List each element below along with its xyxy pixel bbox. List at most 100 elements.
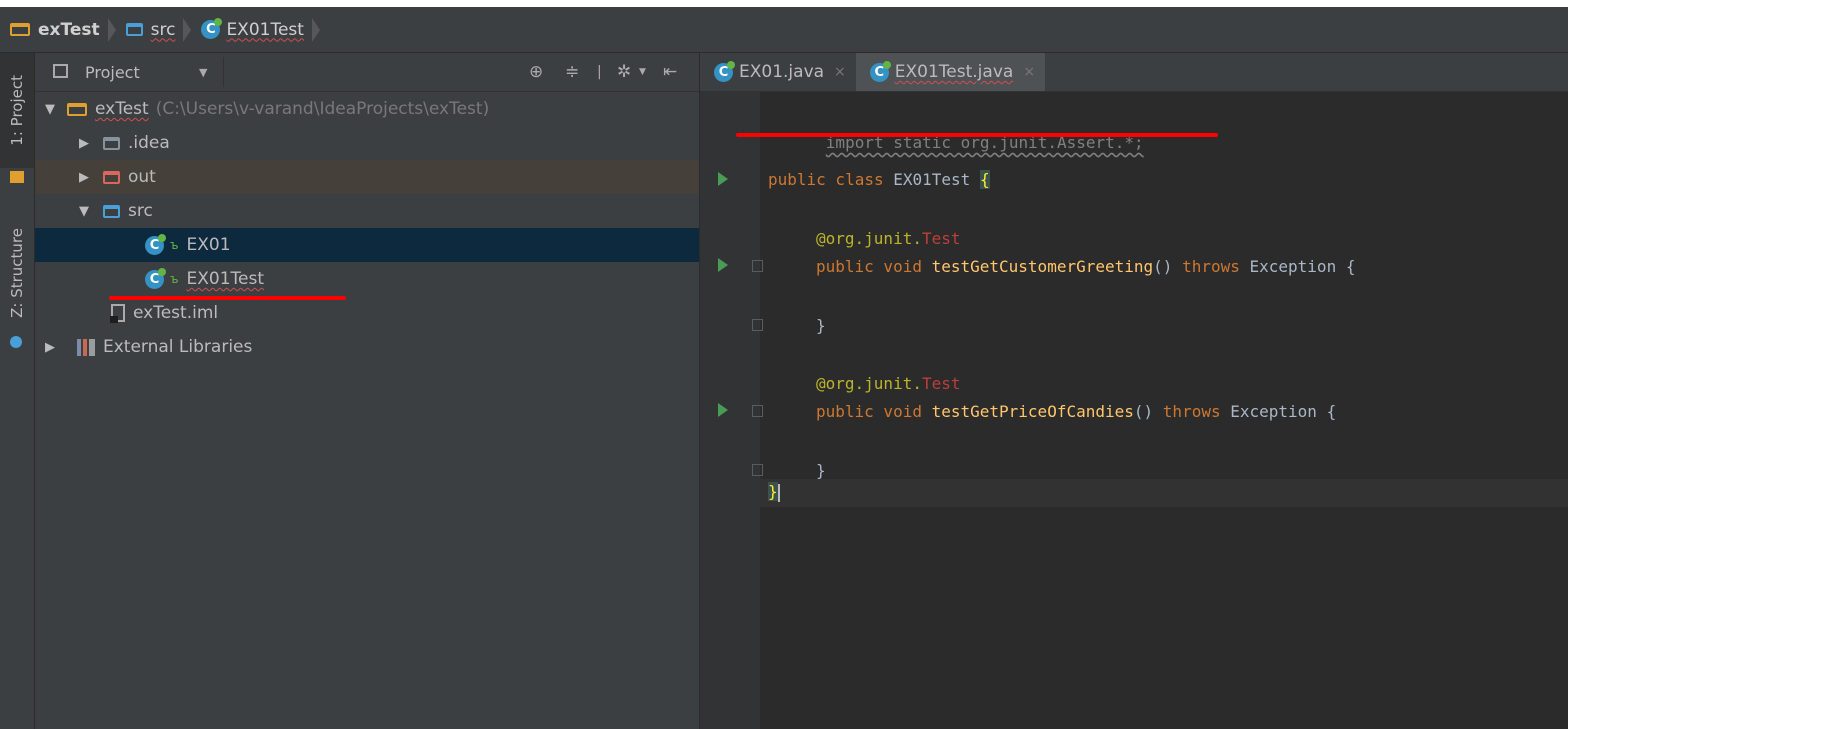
breadcrumb-separator bbox=[107, 17, 116, 42]
locate-icon[interactable]: ⊕ bbox=[529, 53, 543, 91]
keyword: throws bbox=[1182, 257, 1250, 276]
class-icon: C bbox=[714, 60, 735, 82]
tab-ex01test-java[interactable]: C EX01Test.java × bbox=[855, 53, 1046, 91]
code-line-close-1[interactable]: } bbox=[816, 316, 826, 335]
collapse-icon[interactable]: ≑ bbox=[565, 53, 579, 91]
tree-item-out[interactable]: ▶ out bbox=[35, 160, 699, 194]
breadcrumb-item-src[interactable]: src bbox=[116, 7, 192, 52]
tree-item-label: exTest bbox=[95, 99, 149, 119]
class-icon: C bbox=[145, 233, 166, 255]
exception-type: Exception { bbox=[1230, 402, 1337, 421]
collapsed-arrow-icon[interactable]: ▶ bbox=[77, 170, 91, 185]
breadcrumb-separator bbox=[311, 17, 320, 42]
code-line-annotation-1[interactable]: @org.junit.Test bbox=[816, 229, 961, 248]
annotation-error: Test bbox=[921, 374, 961, 393]
module-folder-icon bbox=[67, 102, 87, 116]
tree-item-label: External Libraries bbox=[103, 337, 253, 357]
fold-icon[interactable] bbox=[752, 464, 763, 476]
breadcrumb-src-label: src bbox=[150, 19, 176, 40]
expanded-arrow-icon[interactable]: ▼ bbox=[43, 102, 57, 117]
hide-icon[interactable]: ⇤ bbox=[663, 53, 677, 91]
tab-label: EX01Test.java bbox=[894, 62, 1014, 82]
test-class-icon: C bbox=[869, 60, 891, 82]
tree-item-label: EX01 bbox=[186, 235, 231, 255]
editor-tab-bar: C EX01.java × C EX01Test.java × bbox=[700, 53, 1568, 92]
project-tool-icon bbox=[10, 171, 24, 183]
code-line-method-2[interactable]: public void testGetPriceOfCandies() thro… bbox=[816, 402, 1336, 421]
method-name: testGetCustomerGreeting bbox=[931, 257, 1154, 276]
tree-item-iml[interactable]: exTest.iml bbox=[35, 296, 699, 330]
breadcrumb-file-label: EX01Test bbox=[226, 19, 304, 40]
header-divider bbox=[223, 57, 224, 87]
tab-project-label: 1: Project bbox=[8, 75, 26, 146]
tree-item-ex01test[interactable]: C ъ EX01Test bbox=[35, 262, 699, 296]
tree-item-label: EX01Test bbox=[186, 269, 264, 289]
tree-item-src[interactable]: ▼ src bbox=[35, 194, 699, 228]
header-separator: | bbox=[597, 64, 602, 80]
project-view-icon bbox=[53, 64, 68, 78]
code-line-close-class[interactable]: } bbox=[768, 482, 780, 502]
tree-item-label: .idea bbox=[128, 133, 170, 153]
parens: () bbox=[1153, 257, 1183, 276]
close-icon[interactable]: × bbox=[1023, 64, 1035, 80]
tree-item-idea[interactable]: ▶ .idea bbox=[35, 126, 699, 160]
breadcrumb-item-file[interactable]: C EX01Test bbox=[191, 7, 320, 52]
brace: } bbox=[816, 316, 826, 335]
folder-icon bbox=[125, 23, 143, 36]
collapsed-arrow-icon[interactable]: ▶ bbox=[77, 136, 91, 151]
tree-item-root[interactable]: ▼ exTest (C:\Users\v-varand\IdeaProjects… bbox=[35, 92, 699, 126]
code-line-class[interactable]: public class EX01Test { bbox=[768, 170, 990, 189]
fold-icon[interactable] bbox=[752, 405, 763, 417]
tab-project[interactable]: 1: Project bbox=[0, 53, 34, 168]
settings-dropdown-icon[interactable]: ▼ bbox=[639, 53, 646, 91]
breadcrumb-item-project[interactable]: exTest bbox=[0, 7, 116, 52]
expanded-arrow-icon[interactable]: ▼ bbox=[77, 204, 91, 219]
run-icon[interactable] bbox=[718, 403, 728, 417]
breadcrumb: exTest src C EX01Test bbox=[0, 7, 1568, 53]
tab-label: EX01.java bbox=[739, 62, 825, 82]
lock-icon: ъ bbox=[170, 238, 179, 252]
exception-type: Exception { bbox=[1249, 257, 1356, 276]
view-selector-label[interactable]: Project bbox=[85, 63, 140, 82]
annotation: @org.junit. bbox=[816, 229, 922, 248]
keyword: throws bbox=[1162, 402, 1231, 421]
collapsed-arrow-icon[interactable]: ▶ bbox=[43, 340, 57, 355]
code-line-method-1[interactable]: public void testGetCustomerGreeting() th… bbox=[816, 257, 1355, 276]
project-panel-header: Project ▼ ⊕ ≑ | ✲ ▼ ⇤ bbox=[35, 53, 699, 92]
tree-item-ex01[interactable]: C ъ EX01 bbox=[35, 228, 699, 262]
tree-item-libraries[interactable]: ▶ External Libraries bbox=[35, 330, 699, 364]
tab-ex01-java[interactable]: C EX01.java × bbox=[700, 53, 856, 91]
brace: } bbox=[816, 461, 826, 480]
annotation-error: Test bbox=[921, 229, 961, 248]
code-line-import[interactable]: import static org.junit.Assert.*; bbox=[768, 114, 1144, 171]
caret-row-highlight bbox=[760, 479, 1568, 507]
breadcrumb-separator bbox=[183, 17, 192, 42]
run-icon[interactable] bbox=[718, 258, 728, 272]
test-class-icon: C bbox=[145, 267, 166, 289]
fold-icon[interactable] bbox=[752, 260, 763, 272]
code-line-close-2[interactable]: } bbox=[816, 461, 826, 480]
fold-icon[interactable] bbox=[752, 319, 763, 331]
ide-window: exTest src C EX01Test 1: Project Z: Stru… bbox=[0, 7, 1568, 729]
keyword: public class bbox=[768, 170, 894, 189]
module-folder-icon bbox=[10, 23, 30, 36]
folder-icon bbox=[103, 170, 120, 184]
tree-item-path: (C:\Users\v-varand\IdeaProjects\exTest) bbox=[155, 99, 490, 119]
code-line-annotation-2[interactable]: @org.junit.Test bbox=[816, 374, 961, 393]
project-panel: Project ▼ ⊕ ≑ | ✲ ▼ ⇤ ▼ exTest (C:\Users… bbox=[35, 53, 700, 729]
close-icon[interactable]: × bbox=[834, 64, 846, 80]
lock-icon: ъ bbox=[170, 272, 179, 286]
run-icon[interactable] bbox=[718, 172, 728, 186]
chevron-down-icon[interactable]: ▼ bbox=[199, 66, 207, 79]
folder-icon bbox=[103, 204, 120, 218]
tree-item-label: out bbox=[128, 167, 156, 187]
annotation-underline bbox=[109, 296, 346, 300]
parens: () bbox=[1133, 402, 1163, 421]
tree-item-label: exTest.iml bbox=[133, 303, 219, 323]
tree-item-label: src bbox=[128, 201, 153, 221]
matched-brace: { bbox=[979, 170, 990, 189]
structure-tool-icon bbox=[10, 336, 22, 348]
tab-structure[interactable]: Z: Structure bbox=[0, 203, 34, 343]
matched-brace: } bbox=[768, 482, 778, 501]
settings-icon[interactable]: ✲ bbox=[617, 53, 631, 91]
